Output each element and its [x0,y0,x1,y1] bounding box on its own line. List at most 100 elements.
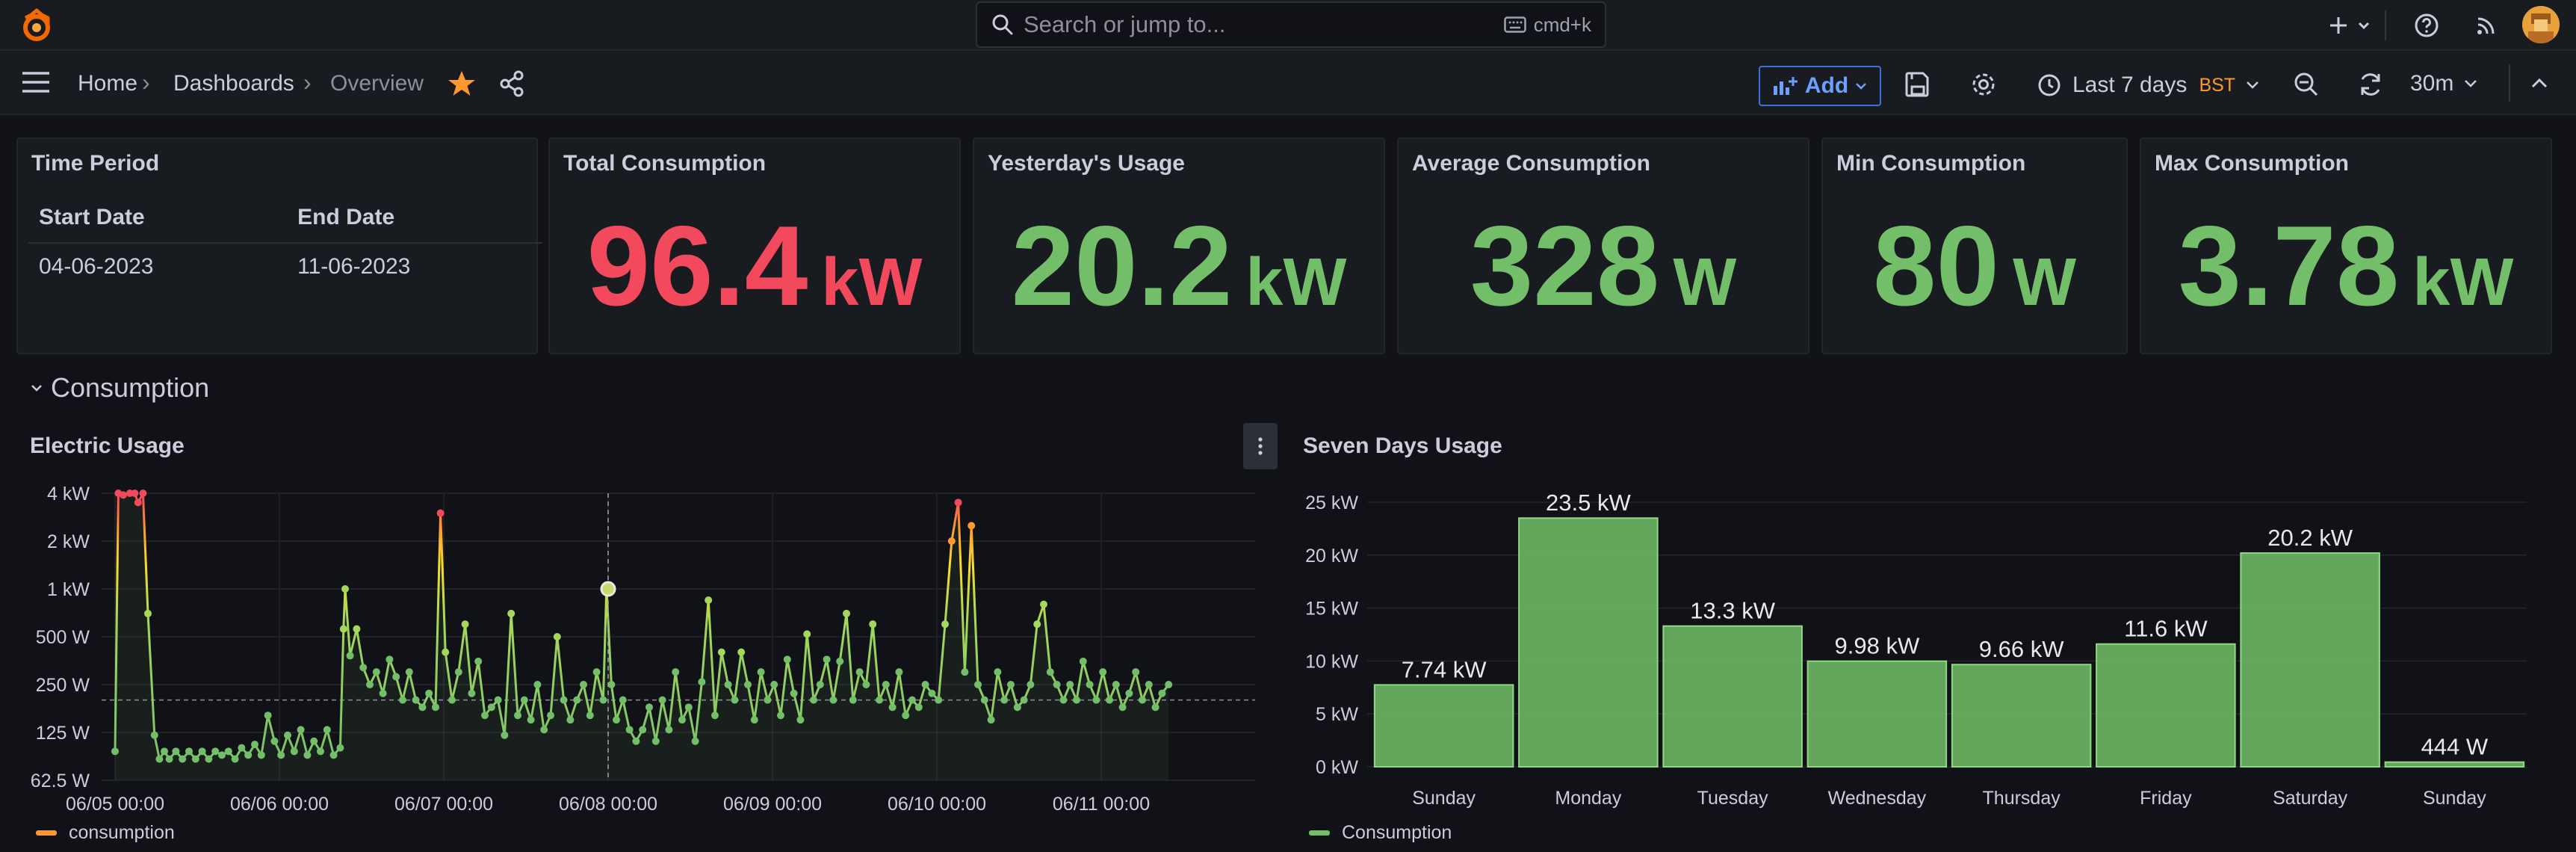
chart-legend[interactable]: consumption [36,822,175,844]
data-point [1086,681,1094,688]
electric-usage-chart[interactable]: 4 kW 2 kW 1 kW 500 W 250 W 125 W 62.5 W 06/05 … [0,463,1270,822]
save-icon[interactable] [1904,70,1932,99]
column-header[interactable]: Start Date [28,193,288,244]
column-header[interactable]: End Date [287,193,542,244]
data-point [297,726,305,734]
breadcrumb-current: Overview [330,71,424,96]
data-point [461,620,469,629]
rss-icon[interactable] [2471,10,2501,40]
data-point [211,747,220,756]
panel-title: Min Consumption [1836,151,2026,176]
y-tick-label: 250 W [36,675,90,696]
data-point [836,657,844,665]
search-shortcut: cmd+k [1503,13,1591,37]
x-tick-label: 06/06 00:00 [230,794,329,815]
add-button-label: Add [1804,73,1849,98]
bar[interactable] [2096,643,2236,768]
chevron-down-icon[interactable] [2349,10,2379,40]
data-point [111,747,119,756]
data-point [895,668,903,676]
data-point [1000,696,1009,704]
data-point [1125,689,1133,697]
x-tick-label: 06/08 00:00 [559,794,657,815]
row-header-consumption[interactable]: Consumption [30,372,209,404]
data-point [1092,696,1100,704]
data-point [573,696,581,704]
bar[interactable] [1373,684,1514,768]
data-point [1059,696,1068,704]
seven-days-usage-chart[interactable]: 25 kW 20 kW 15 kW 10 kW 5 kW 0 kW 7.74 kW 23.5… [1270,463,2576,822]
time-range-label: Last 7 days [2072,72,2188,97]
zoom-out-icon[interactable] [2292,70,2320,99]
panel-menu-button[interactable] [1243,423,1278,469]
data-point [717,648,725,656]
refresh-icon[interactable] [2356,70,2385,99]
data-point [941,620,949,629]
bar-value-label: 20.2 kW [2267,525,2353,551]
data-point [580,681,587,688]
data-point [198,747,206,756]
bar[interactable] [1951,664,2092,768]
data-point [665,726,673,734]
data-point [1099,668,1107,676]
panel-title: Electric Usage [30,433,185,458]
time-range-picker[interactable]: Last 7 days BST [2037,66,2261,105]
data-point [731,696,739,704]
data-point [494,696,502,704]
data-point [908,696,916,704]
help-icon[interactable] [2412,10,2442,40]
y-tick-label: 15 kW [1305,599,1358,620]
data-point [218,751,226,759]
share-icon[interactable] [498,69,527,99]
data-point [560,696,568,704]
data-point [547,711,554,720]
stat-panel-yesterdays-usage: Yesterday's Usage 20.2 kW [973,138,1385,354]
add-button[interactable]: Add [1759,66,1881,106]
legend-swatch [1309,830,1330,836]
bar-value-label: 11.6 kW [2124,616,2208,642]
data-point [869,620,877,629]
x-tick-label: 06/10 00:00 [888,794,986,815]
chevron-up-icon[interactable] [2528,73,2551,93]
chart-legend[interactable]: Consumption [1309,822,1452,844]
data-point [803,630,811,638]
data-point [967,522,976,530]
table-row: 04-06-2023 11-06-2023 [28,243,542,290]
data-point [270,737,279,745]
user-avatar[interactable] [2522,6,2560,43]
grafana-logo-icon[interactable] [18,7,55,45]
y-tick-label: 20 kW [1305,546,1358,567]
breadcrumb-home[interactable]: Home [78,71,137,96]
kebab-menu-icon [1258,437,1263,455]
breadcrumb-dashboards[interactable]: Dashboards [173,71,294,96]
data-point [935,696,943,704]
search-bar[interactable]: Search or jump to... cmd+k [976,1,1606,48]
data-point [144,609,152,617]
stat-value: 80 W [1872,203,2077,330]
data-point [1027,681,1035,688]
gear-icon[interactable] [1969,70,1998,99]
x-tick-label: Saturday [2273,788,2348,809]
data-point [974,681,982,688]
bar[interactable] [1806,660,1948,768]
x-tick-label: Tuesday [1697,788,1768,809]
bar[interactable] [1662,625,1803,768]
data-point [882,681,890,688]
data-point [1079,657,1087,665]
menu-icon[interactable] [19,69,52,96]
data-point [645,703,653,711]
stat-panel-min-consumption: Min Consumption 80 W [1821,138,2128,354]
refresh-interval[interactable]: 30m [2410,71,2453,96]
bar[interactable] [2384,761,2525,768]
bar-value-label: 9.98 kW [1835,633,1920,659]
x-axis: 06/05 00:00 06/06 00:00 06/07 00:00 06/08 0… [66,794,1150,815]
star-icon[interactable] [447,69,477,99]
data-point [310,737,318,745]
data-point [134,498,142,507]
bar[interactable] [2240,552,2380,768]
nav-bar: Home › Dashboards › Overview Add Last 7 … [0,51,2576,115]
data-point [231,755,239,763]
chevron-down-icon[interactable] [2462,78,2479,90]
data-point [843,609,850,617]
bar[interactable] [1518,517,1659,768]
